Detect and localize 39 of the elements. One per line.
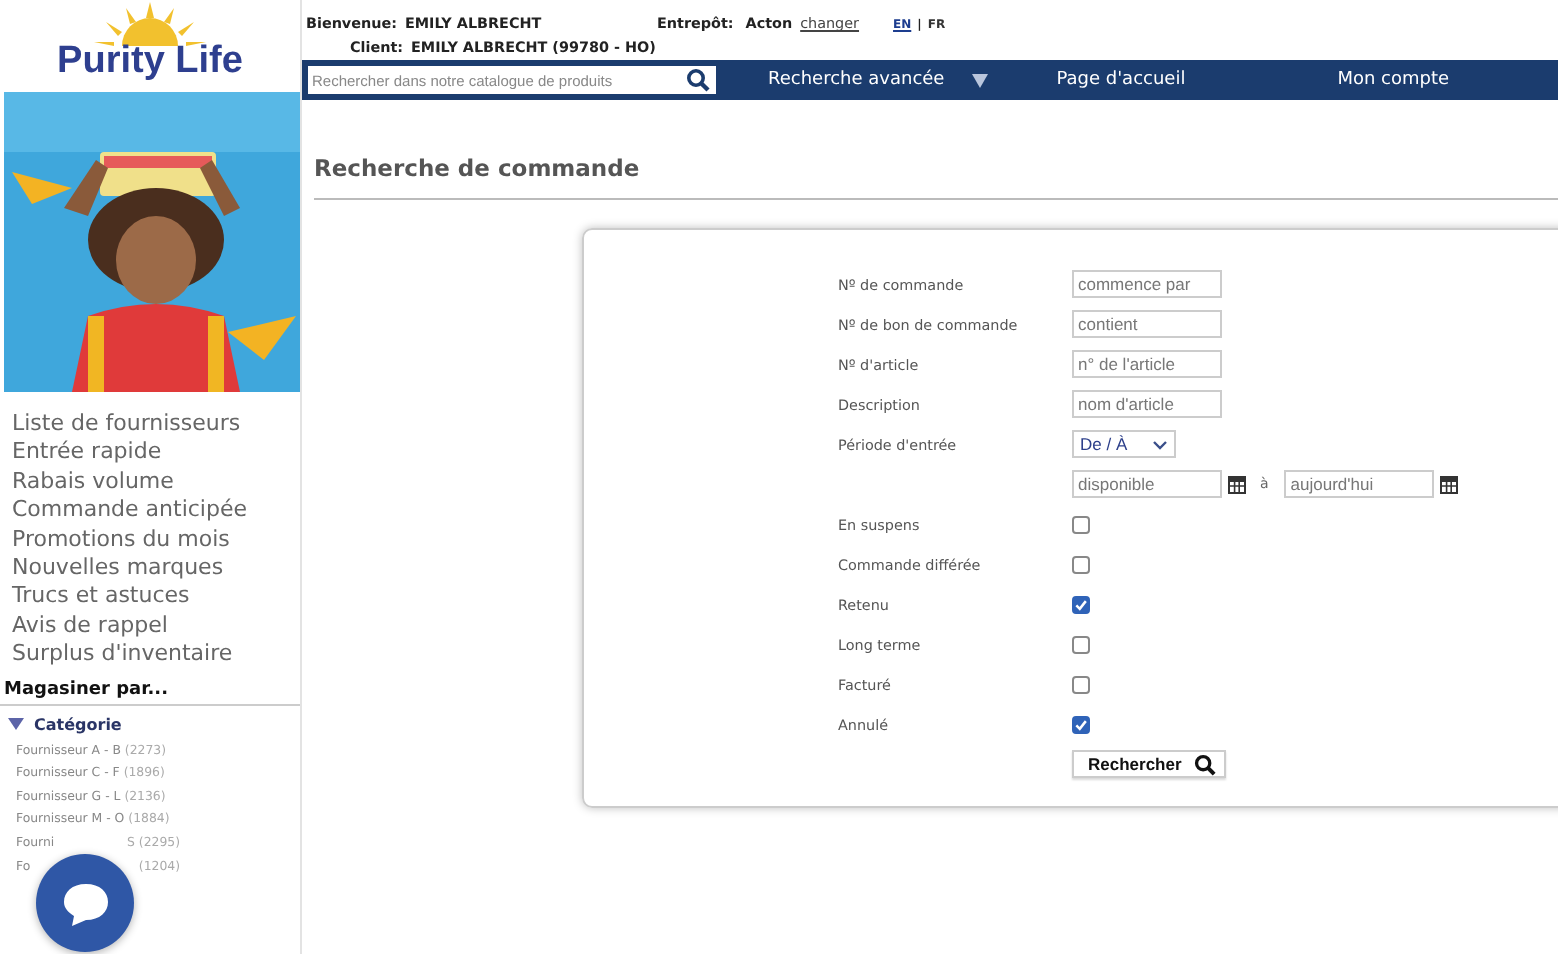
shop-by-heading: Magasiner par... — [0, 679, 300, 706]
sidebar-link[interactable]: Nouvelles marques — [12, 554, 300, 583]
checkbox[interactable] — [1072, 675, 1090, 693]
calendar-icon[interactable] — [1440, 475, 1459, 493]
input-field[interactable]: nom d'article — [1072, 390, 1222, 418]
chat-button[interactable] — [36, 854, 134, 952]
date-field[interactable]: disponible — [1072, 470, 1222, 498]
search-button[interactable]: Rechercher — [1072, 750, 1226, 778]
sidebar-link[interactable]: Rabais volume — [12, 467, 300, 497]
caret-icon[interactable] — [972, 73, 989, 87]
sidebar-link[interactable]: Commande anticipée — [12, 496, 300, 526]
sidebar-link[interactable]: Promotions du mois — [12, 525, 300, 555]
speech-bubble-icon[interactable] — [59, 879, 111, 927]
search-icon[interactable] — [686, 68, 710, 92]
sidebar-link[interactable]: Avis de rappel — [12, 611, 300, 641]
nav-link[interactable]: Mon compte — [1337, 70, 1450, 90]
checkbox[interactable] — [1072, 555, 1090, 573]
sidebar-link[interactable]: Entrée rapide — [12, 438, 300, 468]
input-field[interactable]: n° de l'article — [1072, 350, 1222, 378]
period-dropdown[interactable]: De / À — [1072, 430, 1176, 458]
nav-link[interactable]: Page d'accueil — [1056, 70, 1186, 90]
search-icon — [1193, 753, 1216, 775]
sidebar-link[interactable]: Liste de fournisseurs — [12, 410, 300, 439]
input-field[interactable]: commence par — [1072, 270, 1222, 298]
nav-link[interactable]: Recherche avancée — [768, 70, 989, 90]
input-field[interactable]: contient — [1072, 310, 1222, 338]
page-title: Recherche de commande — [314, 154, 1558, 200]
checkbox[interactable] — [1072, 515, 1090, 533]
checkbox[interactable] — [1072, 595, 1090, 613]
calendar-icon[interactable] — [1228, 475, 1246, 493]
logo-text[interactable]: Purity Life — [57, 42, 243, 82]
category-heading[interactable]: Catégorie — [34, 715, 122, 734]
caret-icon[interactable] — [8, 718, 24, 731]
chevron-icon[interactable] — [1152, 439, 1168, 449]
sidebar-link[interactable]: Surplus d'inventaire — [12, 640, 300, 670]
date-field[interactable]: aujourd'hui — [1284, 470, 1435, 498]
checkbox[interactable] — [1072, 715, 1090, 733]
checkbox[interactable] — [1072, 635, 1090, 653]
sidebar-link[interactable]: Trucs et astuces — [12, 582, 300, 612]
